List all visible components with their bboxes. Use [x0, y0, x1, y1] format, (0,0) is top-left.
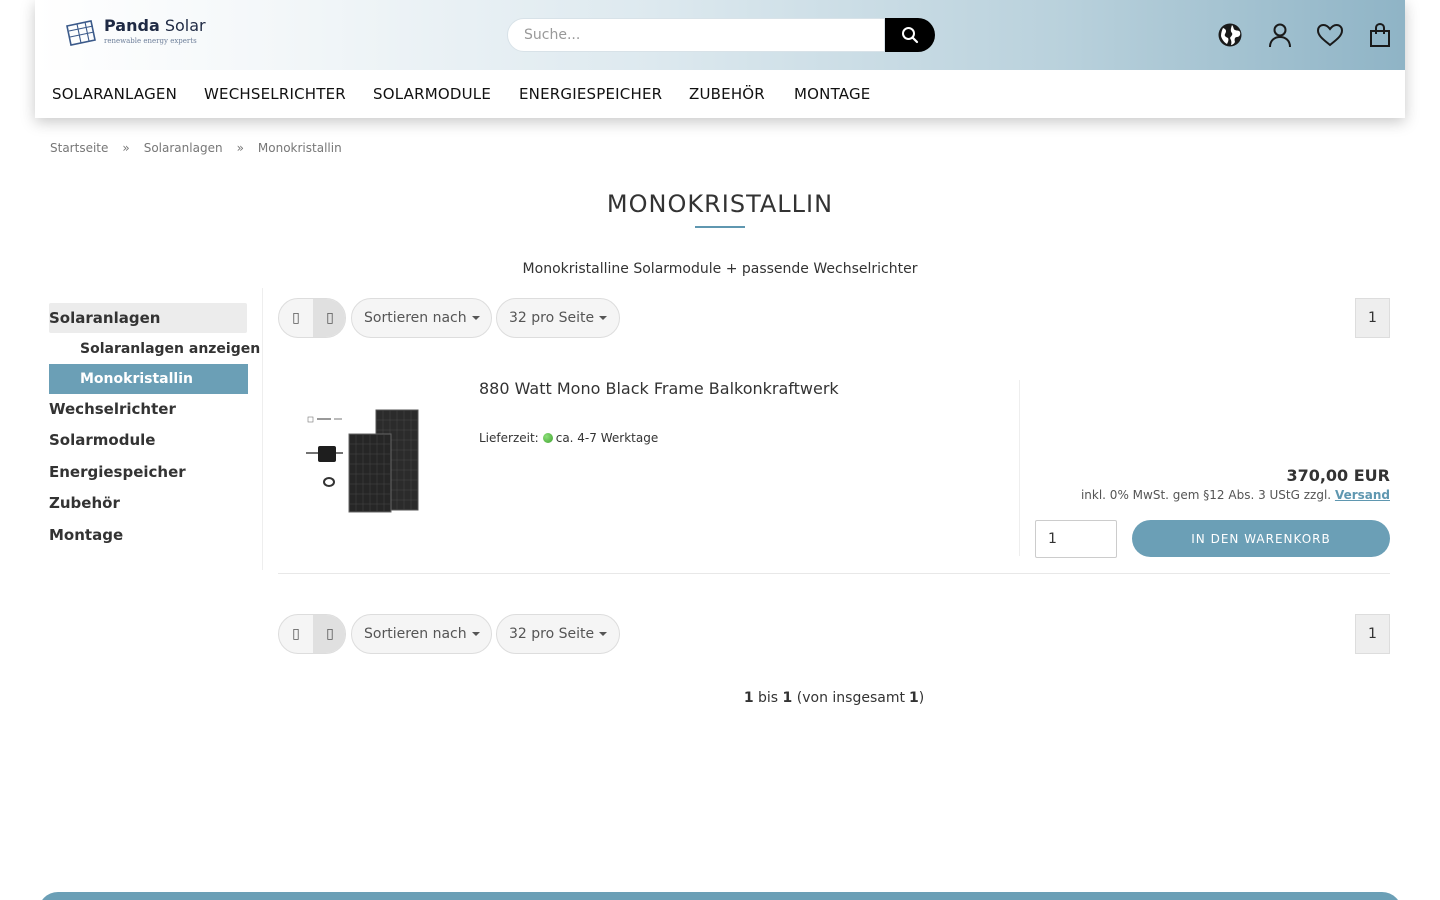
grid-view-icon: ▯ [292, 626, 300, 642]
nav-item-wechselrichter[interactable]: WECHSELRICHTER [204, 85, 346, 103]
pagination-from: 1 [743, 690, 754, 706]
product-divider [1019, 380, 1020, 556]
sidebar-item-energiespeicher[interactable]: Energiespeicher [49, 463, 186, 481]
vat-info: inkl. 0% MwSt. gem §12 Abs. 3 UStG zzgl.… [1081, 488, 1390, 502]
list-view-icon: ▯ [326, 310, 334, 326]
nav-item-solarmodule[interactable]: SOLARMODULE [373, 85, 491, 103]
sidebar-item-solarmodule[interactable]: Solarmodule [49, 431, 155, 449]
vat-text: inkl. 0% MwSt. gem §12 Abs. 3 UStG zzgl. [1080, 488, 1332, 502]
globe-icon [1218, 23, 1242, 47]
site-header: Panda Solar renewable energy experts Suc… [35, 0, 1405, 118]
breadcrumb: Startseite » Solaranlagen » Monokristallin [50, 141, 342, 155]
header-icons [1215, 20, 1395, 50]
sidebar-subitem-monokristallin[interactable]: Monokristallin [80, 371, 193, 387]
nav-item-zubehoer[interactable]: ZUBEHÖR [689, 85, 765, 103]
logo-brand: Panda Solar [104, 16, 206, 35]
search-button[interactable] [885, 18, 935, 52]
title-underline [695, 226, 745, 228]
pagination-total-suffix: ) [918, 690, 925, 706]
sidebar-item-wechselrichter[interactable]: Wechselrichter [49, 400, 176, 418]
product-price: 370,00 EUR [1286, 466, 1390, 485]
sort-dropdown[interactable]: Sortieren nach [351, 298, 492, 338]
product-image[interactable] [298, 400, 448, 530]
sort-dropdown[interactable]: Sortieren nach [351, 614, 492, 654]
user-icon [1269, 23, 1291, 48]
per-page-dropdown[interactable]: 32 pro Seite [496, 298, 620, 338]
availability-dot-icon [542, 433, 553, 443]
grid-view-button[interactable]: ▯ [279, 299, 313, 337]
delivery-label: Lieferzeit: [479, 431, 539, 445]
wishlist-button[interactable] [1315, 20, 1345, 50]
main-navigation: SOLARANLAGEN WECHSELRICHTER SOLARMODULE … [35, 70, 1405, 118]
add-to-cart-button[interactable]: IN DEN WARENKORB [1132, 520, 1390, 557]
list-view-button[interactable]: ▯ [313, 615, 345, 653]
pagination-page-button[interactable]: 1 [1355, 298, 1390, 338]
product-toolbar-bottom: ▯ ▯ Sortieren nach 32 pro Seite 1 [278, 614, 1390, 654]
breadcrumb-separator: » [122, 141, 130, 155]
product-title[interactable]: 880 Watt Mono Black Frame Balkonkraftwer… [479, 379, 839, 398]
list-view-button[interactable]: ▯ [313, 299, 345, 337]
pagination-info: 1 bis 1 (von insgesamt 1) [278, 690, 1390, 706]
list-view-icon: ▯ [326, 626, 334, 642]
caret-down-icon [599, 316, 608, 320]
per-page-label: 32 pro Seite [509, 626, 595, 642]
cart-icon [1370, 22, 1390, 47]
pagination-page-button[interactable]: 1 [1355, 614, 1390, 654]
search-icon [902, 27, 919, 44]
account-button[interactable] [1265, 20, 1295, 50]
product-list-item: 880 Watt Mono Black Frame Balkonkraftwer… [278, 370, 1390, 574]
header-top-bar: Panda Solar renewable energy experts [35, 0, 1405, 70]
search-input[interactable] [507, 18, 885, 52]
delivery-info: Lieferzeit: ca. 4-7 Werktage [479, 431, 658, 445]
caret-down-icon [471, 316, 480, 320]
sidebar-item-montage[interactable]: Montage [49, 526, 123, 544]
sort-label: Sortieren nach [364, 626, 467, 642]
pagination-total: 1 [908, 690, 919, 706]
search-bar [507, 18, 935, 52]
delivery-time: ca. 4-7 Werktage [555, 431, 659, 445]
quantity-input[interactable] [1035, 520, 1117, 558]
breadcrumb-separator: » [236, 141, 244, 155]
heart-icon [1316, 23, 1344, 47]
sort-label: Sortieren nach [364, 310, 467, 326]
breadcrumb-current[interactable]: Monokristallin [258, 141, 342, 155]
panda-solar-logo-icon [66, 20, 96, 46]
language-button[interactable] [1215, 20, 1245, 50]
sidebar-item-zubehoer[interactable]: Zubehör [49, 494, 120, 512]
caret-down-icon [471, 632, 480, 636]
view-toggle: ▯ ▯ [278, 298, 346, 338]
sidebar-subitem-show-all[interactable]: Solaranlagen anzeigen [80, 341, 260, 357]
page-description: Monokristalline Solarmodule + passende W… [522, 261, 918, 277]
per-page-dropdown[interactable]: 32 pro Seite [496, 614, 620, 654]
pagination-to-word: bis [758, 690, 779, 706]
footer-strip [38, 892, 1402, 900]
view-toggle: ▯ ▯ [278, 614, 346, 654]
nav-item-solaranlagen[interactable]: SOLARANLAGEN [52, 85, 177, 103]
shipping-link[interactable]: Versand [1335, 488, 1390, 502]
product-toolbar-top: ▯ ▯ Sortieren nach 32 pro Seite 1 [278, 298, 1390, 338]
breadcrumb-solaranlagen[interactable]: Solaranlagen [144, 141, 223, 155]
sidebar-item-solaranlagen[interactable]: Solaranlagen [49, 309, 160, 327]
logo-tagline: renewable energy experts [104, 37, 197, 45]
nav-item-energiespeicher[interactable]: ENERGIESPEICHER [519, 85, 662, 103]
breadcrumb-home[interactable]: Startseite [50, 141, 108, 155]
grid-view-button[interactable]: ▯ [279, 615, 313, 653]
caret-down-icon [599, 632, 608, 636]
pagination-total-prefix: (von insgesamt [796, 690, 905, 706]
page-title: MONOKRISTALLIN [606, 190, 834, 218]
cart-button[interactable] [1365, 20, 1395, 50]
logo[interactable]: Panda Solar renewable energy experts [65, 16, 215, 50]
nav-item-montage[interactable]: MONTAGE [794, 85, 870, 103]
grid-view-icon: ▯ [292, 310, 300, 326]
pagination-to: 1 [782, 690, 793, 706]
category-sidebar: Solaranlagen Solaranlagen anzeigen Monok… [49, 288, 263, 570]
per-page-label: 32 pro Seite [509, 310, 595, 326]
